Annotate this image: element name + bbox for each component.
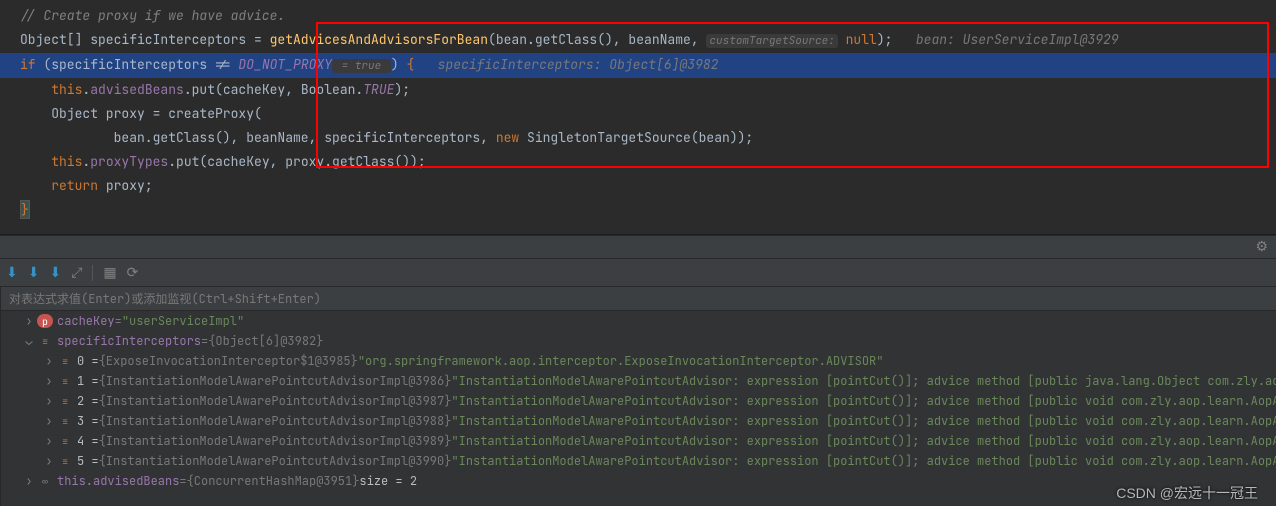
comment: // Create proxy if we have advice. — [20, 7, 285, 24]
array-element[interactable]: ›≡2 = {InstantiationModelAwarePointcutAd… — [1, 391, 1276, 411]
debug-toolbar: ⚙ — [0, 235, 1276, 259]
object-icon: ≡ — [57, 354, 73, 368]
array-element[interactable]: ›≡1 = {InstantiationModelAwarePointcutAd… — [1, 371, 1276, 391]
expand-arrow[interactable]: › — [21, 473, 37, 489]
array-element[interactable]: ›≡4 = {InstantiationModelAwarePointcutAd… — [1, 431, 1276, 451]
object-icon: ≡ — [57, 414, 73, 428]
variable-row[interactable]: ⌄≡specificInterceptors = {Object[6]@3982… — [1, 331, 1276, 351]
debug-panels: 在运行 ▼ ⋮ bstractAutoProxyCreator (org.spr… — [0, 287, 1276, 506]
watch-icon: ∞ — [37, 474, 53, 488]
layout-icon[interactable]: ▦ — [103, 264, 116, 282]
expand-arrow[interactable]: › — [41, 413, 57, 429]
step-out-icon[interactable]: ⬇ — [49, 264, 61, 282]
array-element[interactable]: ›≡5 = {InstantiationModelAwarePointcutAd… — [1, 451, 1276, 471]
inline-debug-hint: bean: UserServiceImpl@3929 — [892, 31, 1118, 48]
gear-icon[interactable]: ⚙ — [1255, 238, 1268, 256]
step-icon[interactable]: ⬇ — [6, 264, 18, 282]
refresh-icon[interactable]: ⟳ — [127, 264, 139, 282]
variable-row[interactable]: ›pcacheKey = "userServiceImpl" — [1, 311, 1276, 331]
object-icon: ≡ — [37, 334, 53, 348]
expand-arrow[interactable]: › — [41, 353, 57, 369]
frames-toolbar: ⬇ ⬇ ⬇ ⤢ ▦ ⟳ — [0, 259, 1276, 287]
expand-arrow[interactable]: › — [41, 393, 57, 409]
array-element[interactable]: ›≡0 = {ExposeInvocationInterceptor$1@398… — [1, 351, 1276, 371]
variables-list[interactable]: ›pcacheKey = "userServiceImpl" ⌄≡specifi… — [1, 311, 1276, 506]
expand-arrow[interactable]: › — [21, 313, 37, 329]
collapse-arrow[interactable]: ⌄ — [21, 333, 37, 349]
array-element[interactable]: ›≡3 = {InstantiationModelAwarePointcutAd… — [1, 411, 1276, 431]
variable-row[interactable]: ›∞this.advisedBeans = {ConcurrentHashMap… — [1, 471, 1276, 491]
expand-icon[interactable]: ⤢ — [71, 264, 82, 282]
object-icon: ≡ — [57, 394, 73, 408]
variables-header: 对表达式求值(Enter)或添加监视(Ctrl+Shift+Enter) — [1, 287, 1276, 311]
expand-arrow[interactable]: › — [41, 433, 57, 449]
object-icon: ≡ — [57, 454, 73, 468]
expand-arrow[interactable]: › — [41, 373, 57, 389]
variables-panel: 对表达式求值(Enter)或添加监视(Ctrl+Shift+Enter) ›pc… — [1, 287, 1276, 506]
eval-hint: 对表达式求值(Enter)或添加监视(Ctrl+Shift+Enter) — [9, 290, 321, 307]
object-icon: ≡ — [57, 374, 73, 388]
expand-arrow[interactable]: › — [41, 453, 57, 469]
current-execution-line: if (specificInterceptors != DO_NOT_PROXY… — [0, 53, 1276, 78]
param-icon: p — [37, 314, 53, 328]
step-into-icon[interactable]: ⬇ — [28, 264, 40, 282]
object-icon: ≡ — [57, 434, 73, 448]
code-editor[interactable]: // Create proxy if we have advice. Objec… — [0, 0, 1276, 234]
